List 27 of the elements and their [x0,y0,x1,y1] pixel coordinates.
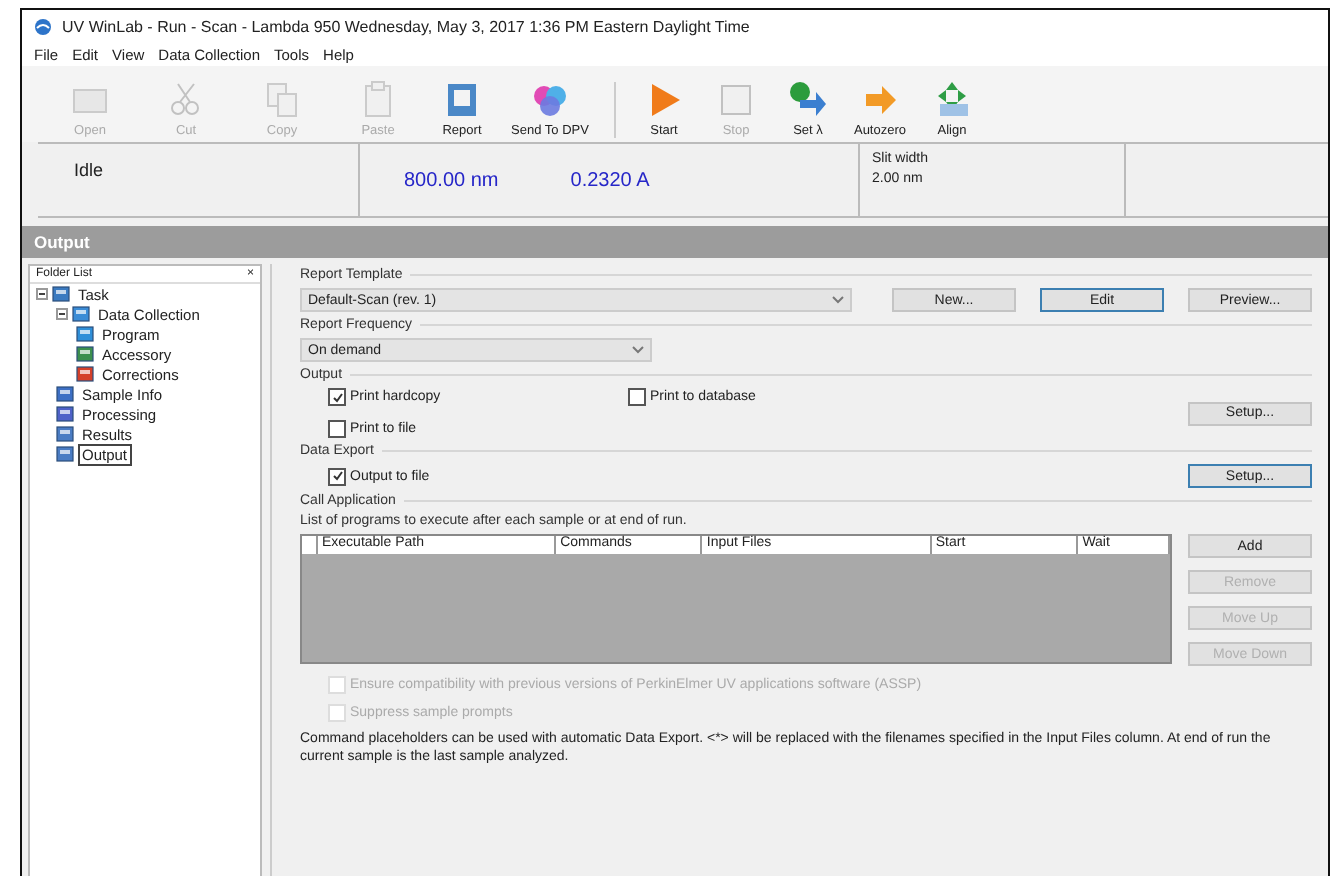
folder-item-icon [56,426,74,442]
arrow-icon [860,80,900,120]
absorbance-reading: 0.2320 A [570,169,650,191]
arrow-icon [788,80,828,120]
folder-item-icon [56,386,74,402]
folder-item-icon [56,406,74,422]
collapse-icon[interactable] [36,288,48,300]
wavelength-reading: 800.00 nm [404,169,499,191]
report-icon [442,80,482,120]
instrument-state: Idle [72,158,106,184]
folder-item-icon [56,446,74,462]
folder-item-icon [76,326,94,342]
window-title: UV WinLab - Run - Scan - Lambda 950 Wednesday, May 3, 2017 1:36 PM Eastern Daylight Time [62,18,750,36]
square-icon [716,80,756,120]
dropdown-caret-icon [632,346,644,354]
copy-icon [262,80,302,120]
folder-item-icon [76,346,94,362]
check-icon [331,470,343,482]
folder-item-icon [52,286,70,302]
collapse-icon[interactable] [56,308,68,320]
check-icon [331,391,343,403]
folder-item-icon [72,306,90,322]
app-logo-icon [34,18,52,36]
circles-icon [530,80,570,120]
folder-item-icon [76,366,94,382]
dropdown-caret-icon [832,296,844,304]
section-title: Output [22,226,1328,258]
